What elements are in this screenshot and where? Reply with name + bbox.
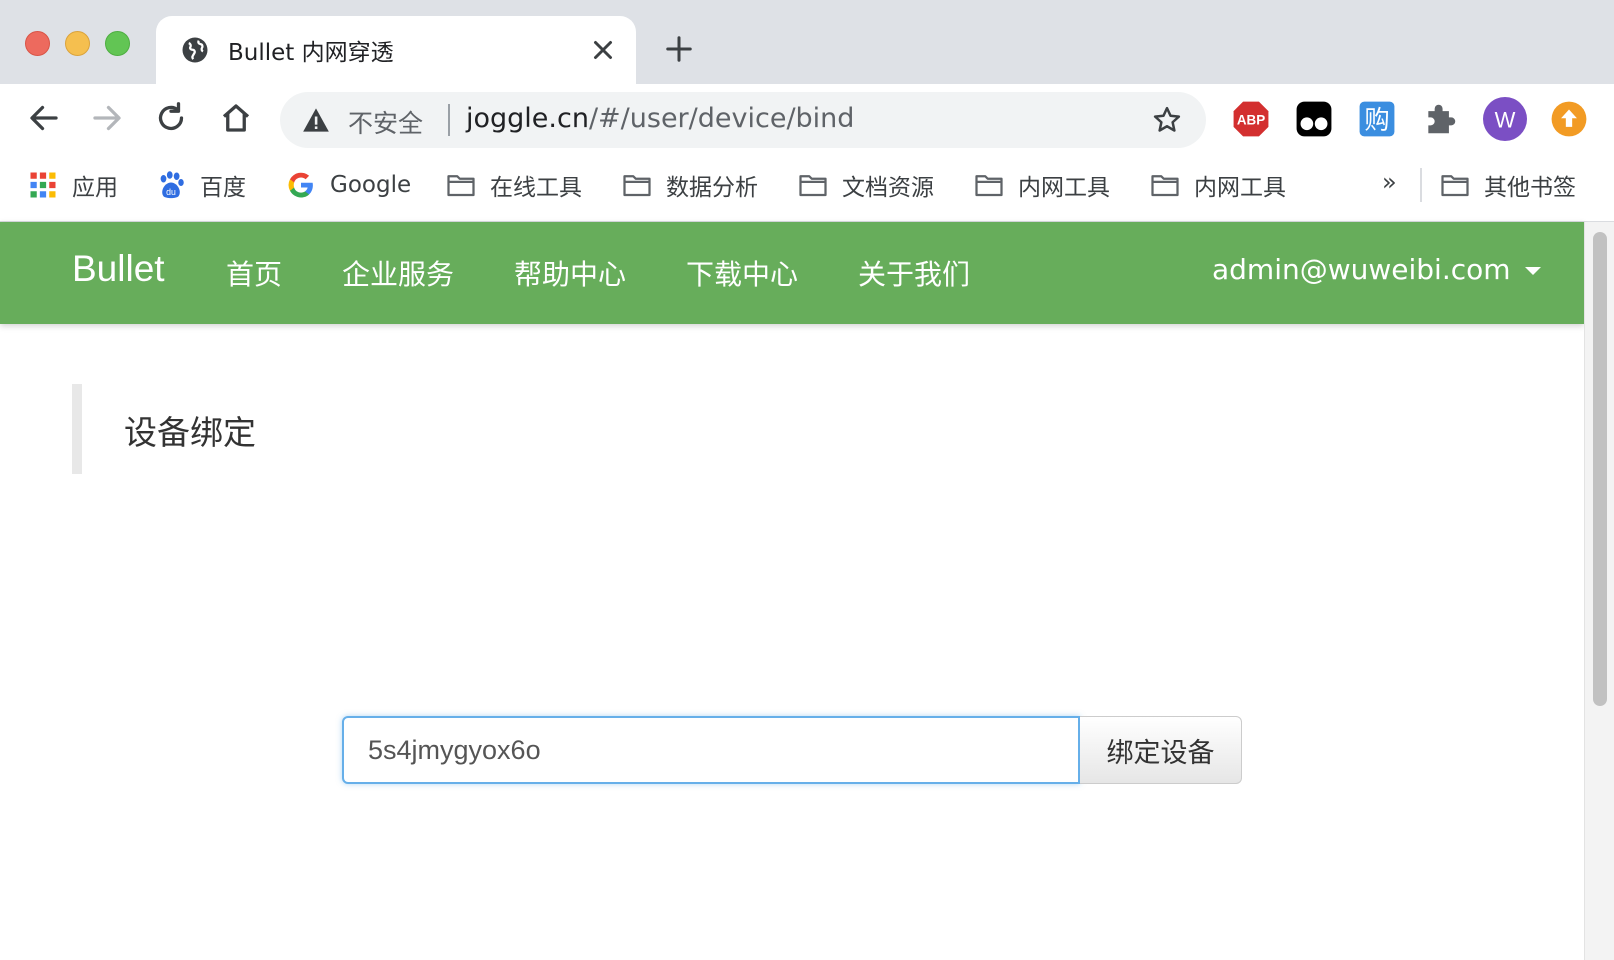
browser-toolbar: 不安全 joggle.cn/#/user/device/bind ABP 购 W — [0, 84, 1614, 154]
browser-tab-strip: Bullet 内网穿透 — [0, 0, 1614, 84]
baidu-icon: du — [160, 171, 184, 199]
svg-text:W: W — [1495, 107, 1516, 132]
reload-icon[interactable] — [153, 100, 189, 136]
home-icon[interactable] — [218, 100, 254, 136]
folder-icon — [1151, 175, 1179, 197]
warning-icon[interactable] — [302, 107, 330, 133]
nav-item-help[interactable]: 帮助中心 — [514, 253, 626, 293]
page-title: 设备绑定 — [124, 413, 256, 452]
svg-text:ABP: ABP — [1237, 113, 1265, 128]
adblock-plus-icon[interactable]: ABP — [1232, 100, 1270, 138]
url-path: /#/user/device/bind — [588, 103, 855, 134]
url-text[interactable]: joggle.cn/#/user/device/bind — [466, 103, 854, 134]
maximize-window-button[interactable] — [105, 31, 130, 56]
folder-icon — [1441, 175, 1469, 197]
folder-icon — [975, 175, 1003, 197]
bookmark-label: Google — [330, 172, 412, 198]
google-icon — [288, 172, 313, 198]
user-menu[interactable]: admin@wuweibi.com — [1212, 253, 1541, 286]
scrollbar-thumb[interactable] — [1593, 232, 1607, 706]
nav-item-enterprise[interactable]: 企业服务 — [342, 253, 454, 293]
nav-item-home[interactable]: 首页 — [226, 253, 282, 293]
close-tab-icon[interactable] — [588, 35, 618, 65]
bookmark-label: 内网工具 — [1194, 175, 1286, 201]
bookmark-folder-docs[interactable]: 文档资源 — [798, 168, 934, 202]
apps-grid-icon — [30, 172, 56, 198]
close-window-button[interactable] — [25, 31, 50, 56]
nav-item-about[interactable]: 关于我们 — [858, 253, 970, 293]
nav-item-download[interactable]: 下载中心 — [686, 253, 798, 293]
bookmarks-overflow-button[interactable]: » — [1382, 168, 1397, 196]
back-arrow-icon[interactable] — [26, 100, 62, 136]
url-host: joggle.cn — [466, 103, 589, 134]
bookmarks-divider — [1420, 168, 1422, 202]
bookmark-folder-data-analysis[interactable]: 数据分析 — [622, 168, 758, 202]
bookmark-label: 在线工具 — [490, 175, 582, 201]
bookmark-folder-intranet-tools[interactable]: 内网工具 — [974, 168, 1110, 202]
device-bind-form: 绑定设备 — [342, 716, 1242, 784]
bookmark-label: 数据分析 — [666, 175, 758, 201]
tampermonkey-icon[interactable] — [1295, 100, 1333, 138]
site-navbar: Bullet 首页 企业服务 帮助中心 下载中心 关于我们 admin@wuwe… — [0, 222, 1584, 324]
security-status-label[interactable]: 不安全 — [348, 104, 423, 140]
folder-icon — [623, 175, 651, 197]
address-divider — [448, 104, 450, 136]
bookmark-google[interactable]: Google — [286, 168, 411, 202]
bookmark-label: 其他书签 — [1484, 175, 1576, 201]
bookmark-other-bookmarks[interactable]: 其他书签 — [1440, 168, 1576, 202]
bind-device-button[interactable]: 绑定设备 — [1080, 716, 1242, 784]
bookmark-folder-online-tools[interactable]: 在线工具 — [446, 168, 582, 202]
bookmark-label: 百度 — [200, 175, 246, 201]
bookmark-label: 应用 — [72, 175, 118, 201]
update-icon[interactable] — [1550, 100, 1588, 138]
device-id-input[interactable] — [342, 716, 1080, 784]
svg-text:购: 购 — [1364, 105, 1389, 135]
page-content: Bullet 首页 企业服务 帮助中心 下载中心 关于我们 admin@wuwe… — [0, 222, 1584, 960]
folder-icon — [799, 175, 827, 197]
bookmark-label: 内网工具 — [1018, 175, 1110, 201]
forward-arrow-icon[interactable] — [89, 100, 125, 136]
bookmark-star-icon[interactable] — [1152, 105, 1182, 135]
svg-text:du: du — [166, 187, 176, 197]
minimize-window-button[interactable] — [65, 31, 90, 56]
new-tab-icon[interactable] — [664, 34, 694, 64]
bookmark-label: 文档资源 — [842, 175, 934, 201]
shopping-helper-icon[interactable]: 购 — [1358, 100, 1396, 138]
bookmark-folder-intranet-tools-2[interactable]: 内网工具 — [1150, 168, 1286, 202]
browser-tab-active[interactable]: Bullet 内网穿透 — [156, 16, 636, 84]
folder-icon — [447, 175, 475, 197]
profile-avatar[interactable]: W — [1483, 97, 1527, 141]
site-brand[interactable]: Bullet — [72, 248, 165, 290]
user-email: admin@wuweibi.com — [1212, 253, 1511, 286]
bookmark-baidu[interactable]: du 百度 — [156, 168, 246, 202]
address-bar[interactable]: 不安全 joggle.cn/#/user/device/bind — [280, 92, 1206, 148]
puzzle-icon[interactable] — [1422, 100, 1460, 138]
globe-icon — [182, 37, 208, 63]
bookmarks-bar: 应用 du 百度 Google 在线工具 数据分析 文档资源 内网工具 内网工具… — [0, 154, 1614, 222]
tab-title: Bullet 内网穿透 — [228, 40, 394, 66]
page-scrollbar[interactable] — [1584, 222, 1614, 960]
bookmark-apps[interactable]: 应用 — [28, 168, 118, 202]
page-heading-block: 设备绑定 — [72, 384, 472, 474]
caret-down-icon — [1524, 267, 1541, 275]
